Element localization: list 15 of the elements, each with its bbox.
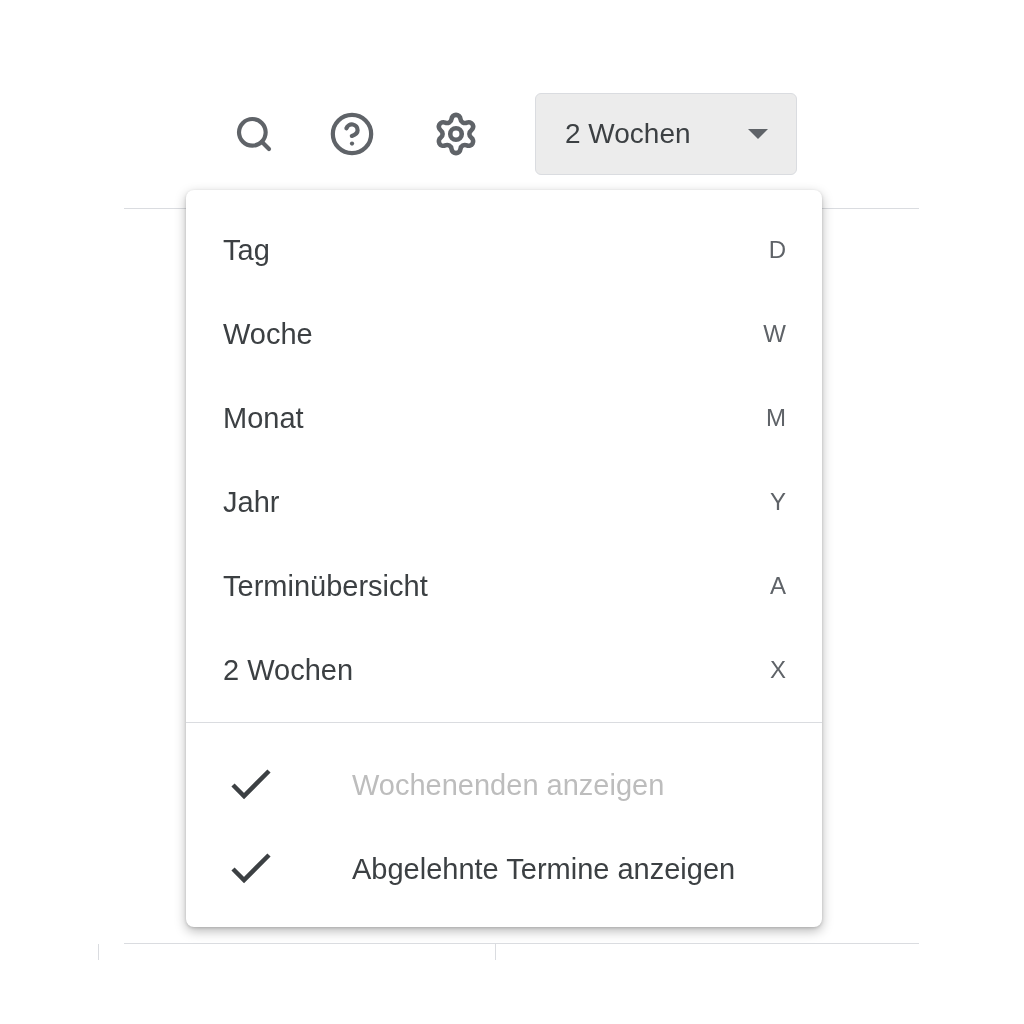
view-option[interactable]: Terminübersicht (223, 569, 428, 603)
view-option[interactable]: Jahr (223, 485, 280, 519)
shortcut-key: Y (770, 488, 786, 516)
toggle-option[interactable]: Abgelehnte Termine anzeigen (352, 852, 736, 886)
shortcut-key: A (770, 572, 786, 600)
view-option[interactable]: Woche (223, 317, 313, 351)
view-option[interactable]: Tag (223, 233, 270, 267)
shortcut-key: D (768, 236, 786, 264)
view-option[interactable]: 2 Wochen (223, 653, 354, 687)
shortcut-key: M (766, 404, 786, 432)
caret-icon (748, 129, 768, 139)
shortcut-key: W (763, 320, 786, 348)
view-dropdown[interactable]: 2 Wochen (535, 93, 797, 175)
shortcut-key: X (770, 656, 786, 684)
view-option[interactable]: Monat (223, 401, 304, 435)
